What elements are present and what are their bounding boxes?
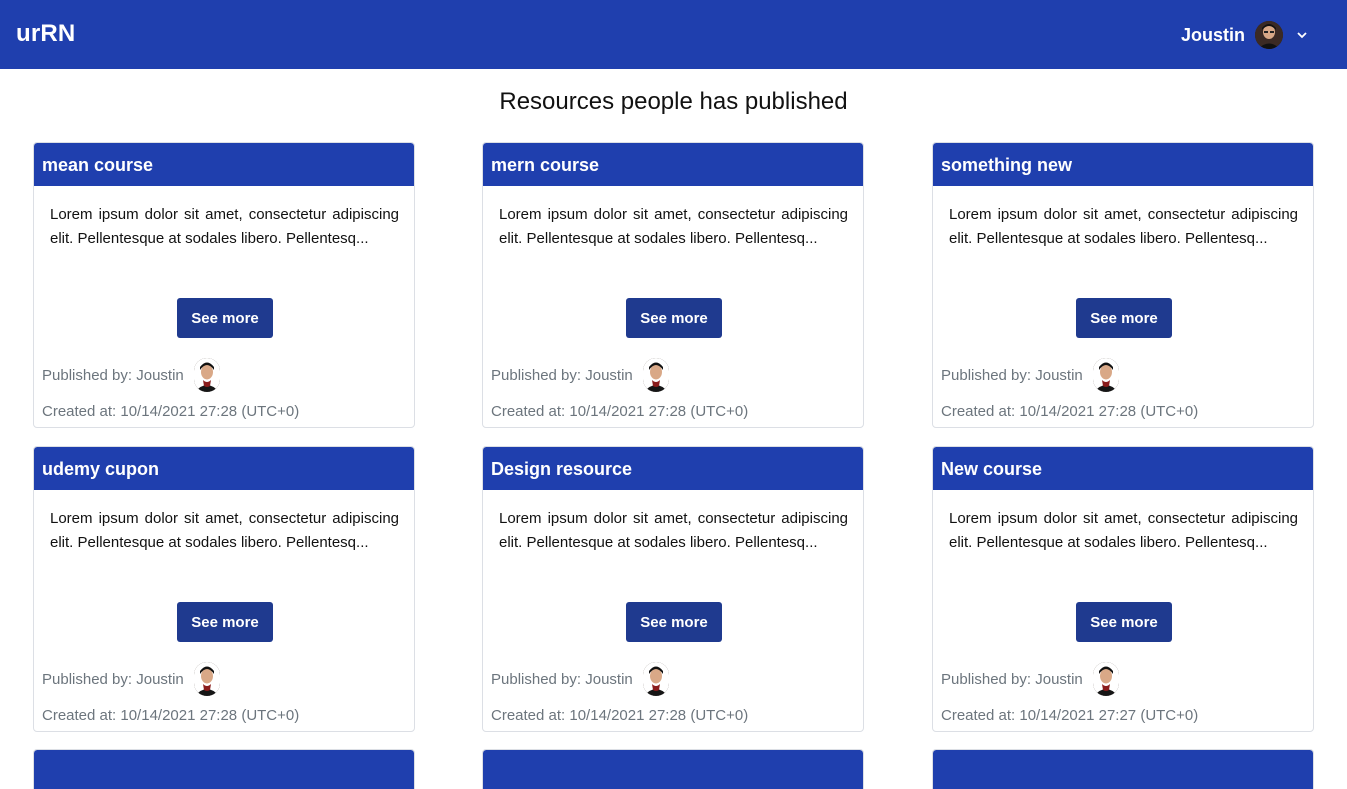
resource-card-partial [932, 749, 1314, 789]
created-at: Created at: 10/14/2021 27:28 (UTC+0) [491, 403, 749, 420]
resource-card-partial [482, 749, 864, 789]
published-by-text: Published by: Joustin [42, 366, 184, 384]
see-more-button[interactable]: See more [626, 298, 722, 338]
resource-card-partial [33, 749, 415, 789]
see-more-button[interactable]: See more [1076, 298, 1172, 338]
published-by: Published by: Joustin [941, 662, 1119, 696]
user-avatar-icon[interactable] [1255, 21, 1283, 49]
card-title: New course [933, 447, 1313, 490]
card-description: Lorem ipsum dolor sit amet, consectetur … [50, 206, 399, 247]
card-title: udemy cupon [34, 447, 414, 490]
published-by: Published by: Joustin [42, 358, 220, 392]
see-more-button[interactable]: See more [626, 602, 722, 642]
card-description: Lorem ipsum dolor sit amet, consectetur … [949, 206, 1298, 247]
published-by: Published by: Joustin [491, 662, 669, 696]
card-title: mern course [483, 143, 863, 186]
card-title: mean course [34, 143, 414, 186]
published-by-text: Published by: Joustin [491, 366, 633, 384]
card-description: Lorem ipsum dolor sit amet, consectetur … [499, 510, 848, 551]
see-more-button[interactable]: See more [177, 602, 273, 642]
resource-card: mean course Lorem ipsum dolor sit amet, … [33, 142, 415, 428]
card-title-partial [933, 750, 1313, 789]
top-navbar: urRN Joustin [0, 0, 1347, 69]
card-title-partial [483, 750, 863, 789]
resource-card: Design resource Lorem ipsum dolor sit am… [482, 446, 864, 732]
card-title-partial [34, 750, 414, 789]
chevron-down-icon[interactable] [1295, 28, 1309, 42]
brand-logo[interactable]: urRN [16, 20, 75, 48]
publisher-avatar-icon [1092, 662, 1119, 696]
created-at: Created at: 10/14/2021 27:28 (UTC+0) [42, 403, 300, 420]
created-at: Created at: 10/14/2021 27:28 (UTC+0) [941, 403, 1199, 420]
publisher-avatar-icon [193, 662, 220, 696]
card-title: Design resource [483, 447, 863, 490]
card-description: Lorem ipsum dolor sit amet, consectetur … [949, 510, 1298, 551]
card-description: Lorem ipsum dolor sit amet, consectetur … [499, 206, 848, 247]
published-by: Published by: Joustin [491, 358, 669, 392]
resource-card: mern course Lorem ipsum dolor sit amet, … [482, 142, 864, 428]
published-by: Published by: Joustin [941, 358, 1119, 392]
card-description: Lorem ipsum dolor sit amet, consectetur … [50, 510, 399, 551]
created-at: Created at: 10/14/2021 27:28 (UTC+0) [491, 707, 749, 724]
published-by: Published by: Joustin [42, 662, 220, 696]
created-at: Created at: 10/14/2021 27:27 (UTC+0) [941, 707, 1199, 724]
card-title: something new [933, 143, 1313, 186]
publisher-avatar-icon [642, 662, 669, 696]
see-more-button[interactable]: See more [1076, 602, 1172, 642]
publisher-avatar-icon [642, 358, 669, 392]
user-name[interactable]: Joustin [1181, 25, 1245, 46]
published-by-text: Published by: Joustin [941, 366, 1083, 384]
resource-card: New course Lorem ipsum dolor sit amet, c… [932, 446, 1314, 732]
page-title: Resources people has published [499, 88, 848, 115]
user-menu[interactable]: Joustin [1181, 18, 1309, 52]
publisher-avatar-icon [1092, 358, 1119, 392]
resource-card: something new Lorem ipsum dolor sit amet… [932, 142, 1314, 428]
published-by-text: Published by: Joustin [491, 670, 633, 688]
published-by-text: Published by: Joustin [42, 670, 184, 688]
resource-card: udemy cupon Lorem ipsum dolor sit amet, … [33, 446, 415, 732]
created-at: Created at: 10/14/2021 27:28 (UTC+0) [42, 707, 300, 724]
published-by-text: Published by: Joustin [941, 670, 1083, 688]
see-more-button[interactable]: See more [177, 298, 273, 338]
publisher-avatar-icon [193, 358, 220, 392]
